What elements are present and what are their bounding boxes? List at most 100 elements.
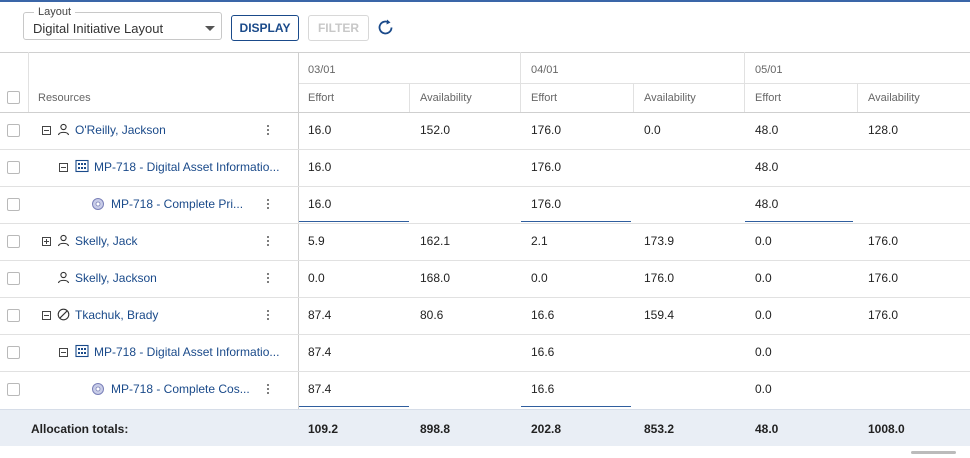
availability-cell: 173.9 <box>644 234 675 248</box>
person-icon <box>57 234 70 247</box>
total-availability: 1008.0 <box>868 422 905 436</box>
effort-cell[interactable]: 0.0 <box>755 271 772 285</box>
total-availability: 853.2 <box>644 422 675 436</box>
row-menu-icon[interactable] <box>267 384 270 396</box>
resource-link[interactable]: Skelly, Jackson <box>75 271 157 285</box>
availability-cell: 168.0 <box>420 271 451 285</box>
editable-underline <box>299 406 409 407</box>
horizontal-scrollbar[interactable] <box>911 451 956 454</box>
layout-select-label: Layout <box>34 6 76 18</box>
effort-cell[interactable]: 5.9 <box>308 234 325 248</box>
resource-link[interactable]: O'Reilly, Jackson <box>75 123 166 137</box>
row-menu-icon[interactable] <box>267 273 270 285</box>
task-gear-icon <box>92 383 104 395</box>
expand-icon[interactable] <box>42 237 51 246</box>
row-divider <box>0 186 970 187</box>
effort-cell[interactable]: 0.0 <box>308 271 325 285</box>
resources-header: Resources <box>38 92 91 104</box>
header-divider <box>520 52 521 112</box>
header-divider <box>28 52 29 112</box>
availability-cell: 176.0 <box>868 308 899 322</box>
availability-cell: 176.0 <box>868 234 899 248</box>
project-link[interactable]: MP-718 - Digital Asset Informatio... <box>94 345 279 359</box>
project-icon <box>75 344 89 358</box>
row-checkbox[interactable] <box>7 383 20 396</box>
availability-header: Availability <box>868 92 920 104</box>
person-icon <box>57 271 70 284</box>
total-effort: 109.2 <box>308 422 339 436</box>
row-menu-icon[interactable] <box>267 236 270 248</box>
row-menu-icon[interactable] <box>267 125 270 137</box>
effort-cell[interactable]: 2.1 <box>531 234 548 248</box>
availability-cell: 128.0 <box>868 123 899 137</box>
header-divider <box>409 83 410 112</box>
effort-cell[interactable]: 176.0 <box>531 123 561 137</box>
row-menu-icon[interactable] <box>267 199 270 211</box>
project-link[interactable]: MP-718 - Digital Asset Informatio... <box>94 160 279 174</box>
select-all-checkbox[interactable] <box>7 91 20 104</box>
availability-cell: 176.0 <box>868 271 899 285</box>
row-divider <box>0 223 970 224</box>
effort-cell[interactable]: 48.0 <box>755 197 778 211</box>
total-availability: 898.8 <box>420 422 451 436</box>
effort-cell[interactable]: 16.0 <box>308 160 331 174</box>
availability-cell: 159.4 <box>644 308 675 322</box>
chevron-down-icon[interactable] <box>205 26 215 31</box>
layout-select-value[interactable]: Digital Initiative Layout <box>33 21 163 36</box>
effort-cell[interactable]: 16.6 <box>531 308 554 322</box>
effort-cell[interactable]: 0.0 <box>755 308 772 322</box>
effort-cell[interactable]: 0.0 <box>531 271 548 285</box>
effort-cell[interactable]: 176.0 <box>531 197 561 211</box>
row-checkbox[interactable] <box>7 198 20 211</box>
collapse-icon[interactable] <box>59 348 68 357</box>
row-checkbox[interactable] <box>7 309 20 322</box>
row-divider <box>0 334 970 335</box>
effort-cell[interactable]: 87.4 <box>308 308 331 322</box>
person-icon <box>57 123 70 136</box>
effort-cell[interactable]: 16.6 <box>531 345 554 359</box>
availability-header: Availability <box>644 92 696 104</box>
period-header: 03/01 <box>308 64 336 76</box>
row-checkbox[interactable] <box>7 161 20 174</box>
row-checkbox[interactable] <box>7 235 20 248</box>
effort-cell[interactable]: 0.0 <box>755 234 772 248</box>
refresh-icon[interactable] <box>376 18 396 38</box>
effort-cell[interactable]: 0.0 <box>755 345 772 359</box>
effort-cell[interactable]: 176.0 <box>531 160 561 174</box>
effort-cell[interactable]: 0.0 <box>755 382 772 396</box>
filter-button[interactable]: FILTER <box>308 15 369 41</box>
row-divider <box>0 297 970 298</box>
effort-cell[interactable]: 16.0 <box>308 197 331 211</box>
effort-cell[interactable]: 16.0 <box>308 123 331 137</box>
row-checkbox[interactable] <box>7 346 20 359</box>
row-checkbox[interactable] <box>7 124 20 137</box>
task-link[interactable]: MP-718 - Complete Cos... <box>111 382 250 396</box>
row-menu-icon[interactable] <box>267 310 270 322</box>
collapse-icon[interactable] <box>42 126 51 135</box>
availability-cell: 80.6 <box>420 308 444 322</box>
availability-cell: 176.0 <box>644 271 675 285</box>
effort-cell[interactable]: 87.4 <box>308 345 331 359</box>
collapse-icon[interactable] <box>59 163 68 172</box>
collapse-icon[interactable] <box>42 311 51 320</box>
row-checkbox[interactable] <box>7 272 20 285</box>
project-icon <box>75 159 89 173</box>
effort-cell[interactable]: 16.6 <box>531 382 554 396</box>
row-divider <box>0 371 970 372</box>
availability-cell: 162.1 <box>420 234 451 248</box>
effort-cell[interactable]: 87.4 <box>308 382 331 396</box>
resource-link[interactable]: Skelly, Jack <box>75 234 137 248</box>
effort-cell[interactable]: 48.0 <box>755 160 778 174</box>
header-bottom-border <box>0 112 970 113</box>
display-button[interactable]: DISPLAY <box>231 15 299 41</box>
availability-cell: 152.0 <box>420 123 451 137</box>
grid-top-border <box>0 52 970 53</box>
frozen-column-divider <box>298 52 299 409</box>
effort-cell[interactable]: 48.0 <box>755 123 778 137</box>
totals-label: Allocation totals: <box>31 422 129 436</box>
resource-link[interactable]: Tkachuk, Brady <box>75 308 158 322</box>
header-divider <box>744 52 745 112</box>
availability-cell: 0.0 <box>644 123 661 137</box>
task-link[interactable]: MP-718 - Complete Pri... <box>111 197 243 211</box>
editable-underline <box>299 221 409 222</box>
